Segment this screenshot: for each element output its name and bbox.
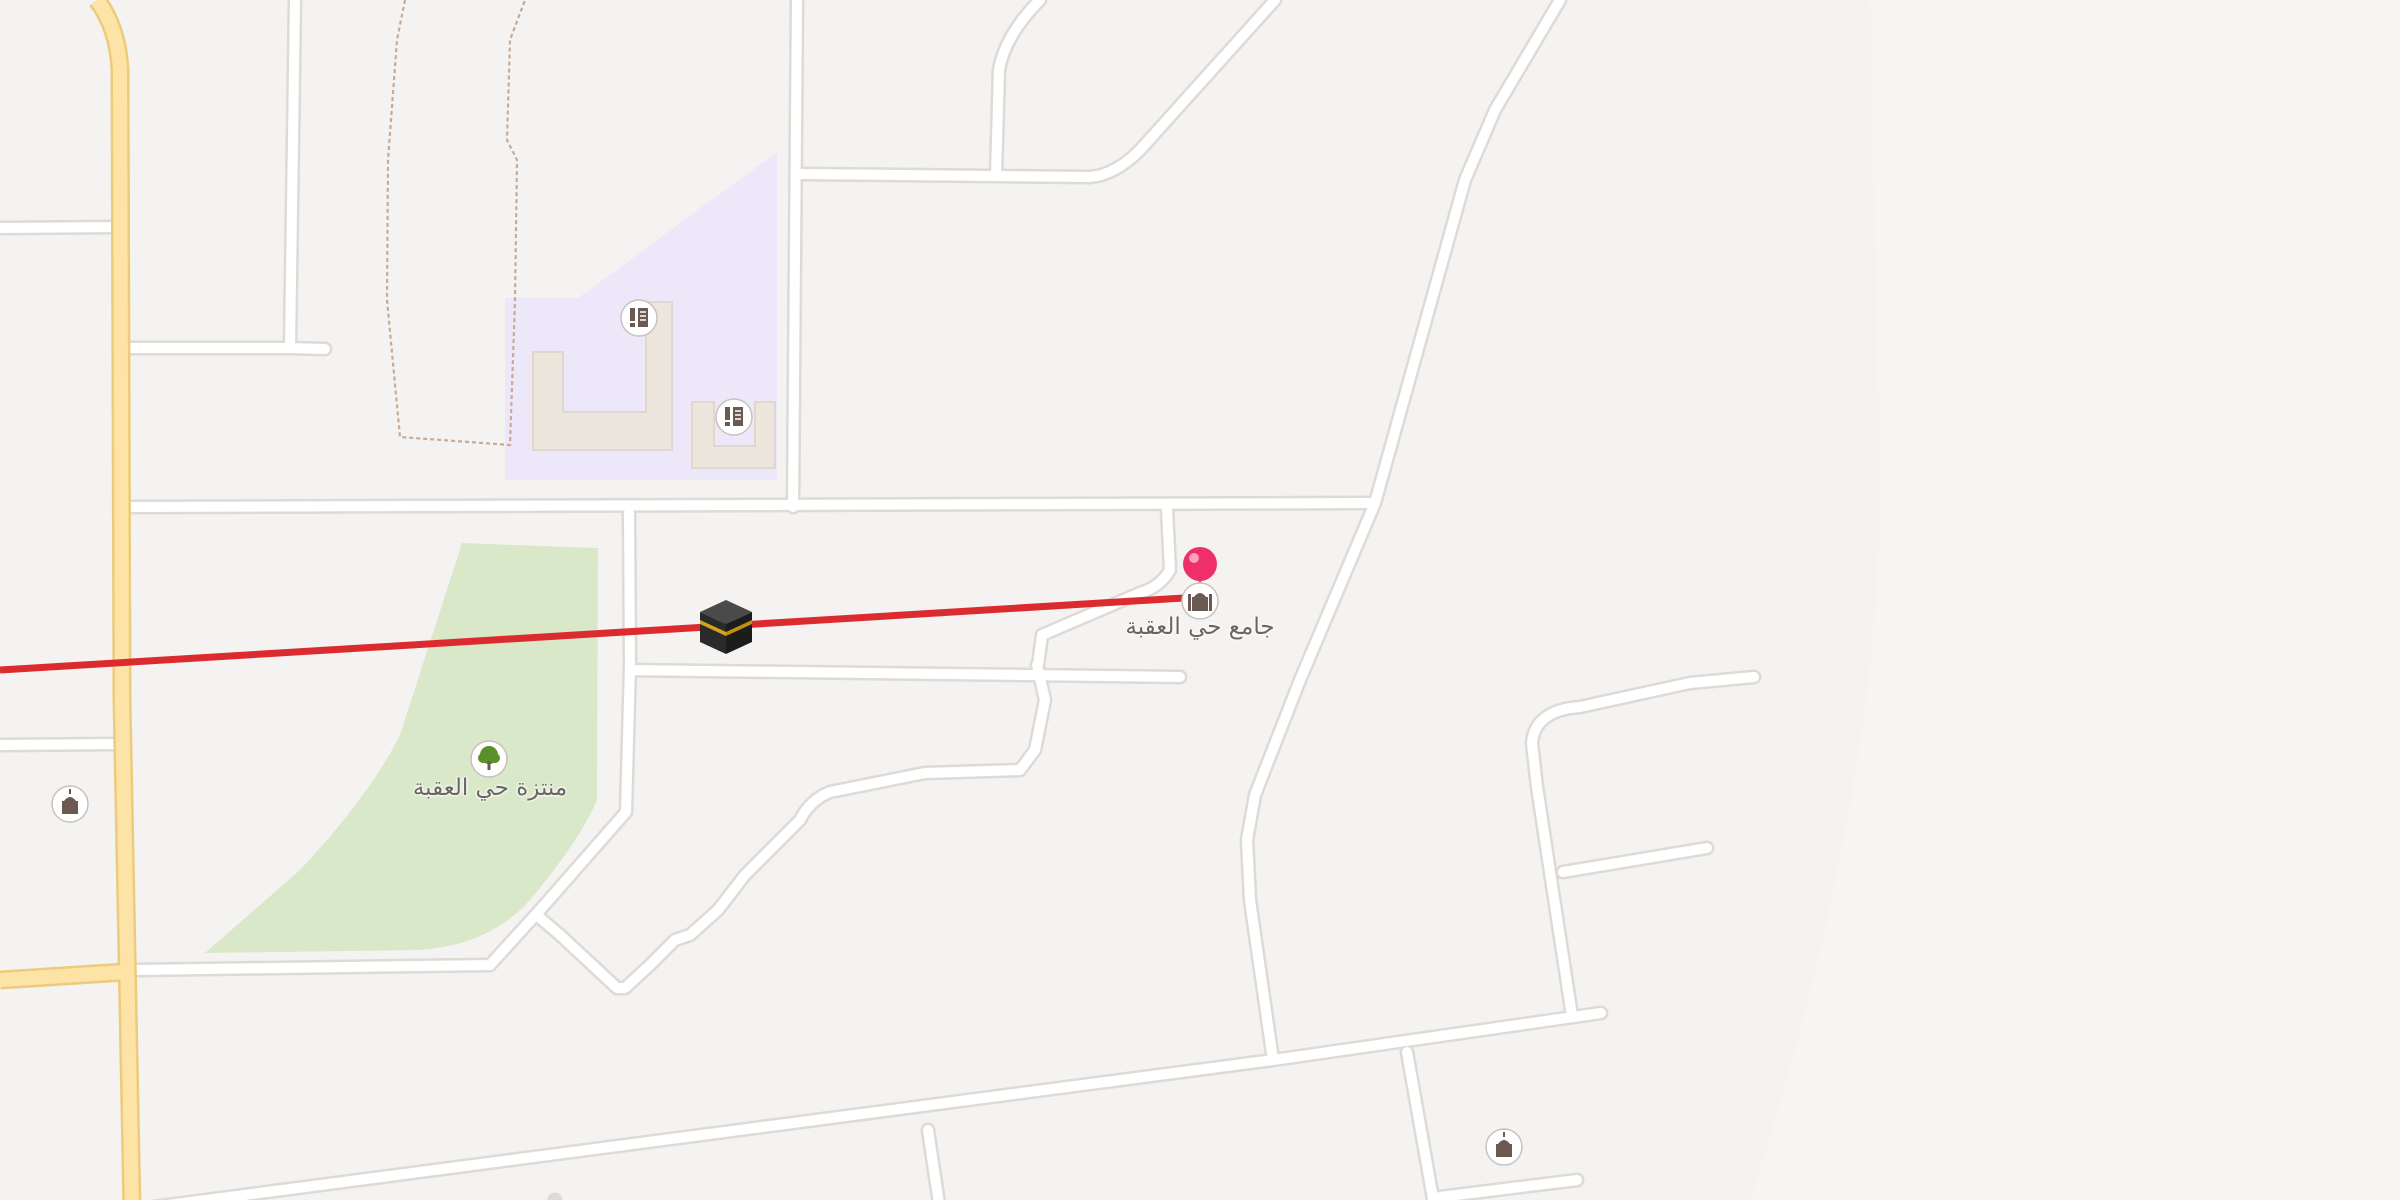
poi-label[interactable]: منتزة حي العقبة xyxy=(413,775,567,801)
park-area xyxy=(205,543,598,953)
minor-roads-casing xyxy=(0,0,1762,1200)
kaaba-icon[interactable] xyxy=(696,598,756,656)
qibla-direction-line xyxy=(0,593,1201,674)
open-area xyxy=(1750,0,2400,1200)
mosque-icon[interactable] xyxy=(1484,1127,1524,1167)
mosque-icon[interactable] xyxy=(50,784,90,824)
poi-label[interactable]: جامع حي العقبة xyxy=(1125,614,1274,640)
boundary-line xyxy=(385,0,527,447)
school-icon[interactable] xyxy=(619,298,659,338)
major-road-casing xyxy=(0,0,142,1200)
map-canvas[interactable]: جامع حي العقبة منتزة حي العقبة xyxy=(0,0,2400,1200)
tree-icon[interactable] xyxy=(469,739,509,779)
school-icon[interactable] xyxy=(714,397,754,437)
